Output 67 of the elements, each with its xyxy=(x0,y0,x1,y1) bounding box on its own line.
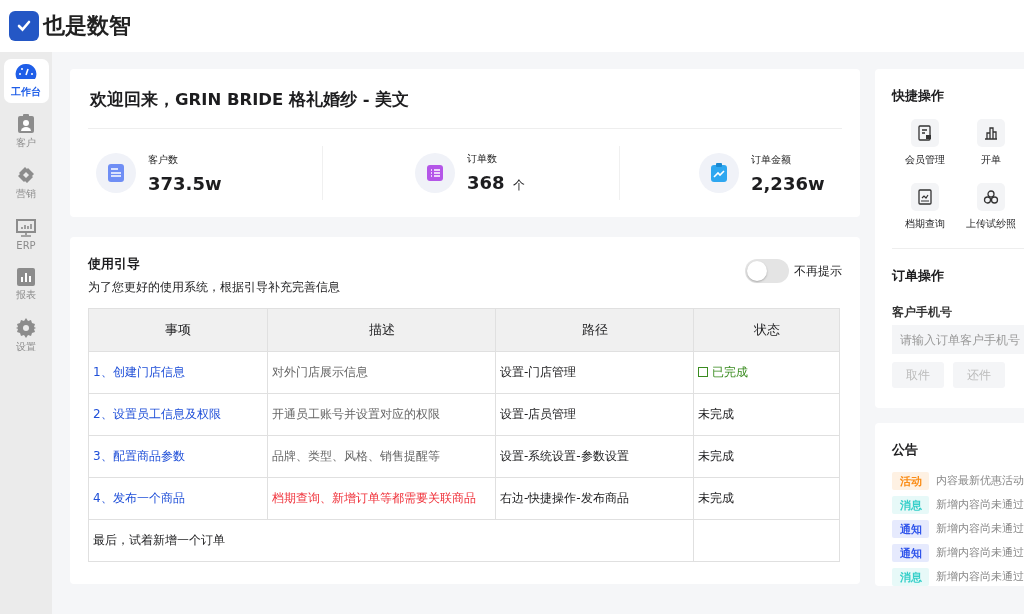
status-cell: 未完成 xyxy=(693,435,840,478)
stat-label: 客户数 xyxy=(148,152,179,167)
guide-item-link[interactable]: 3、配置商品参数 xyxy=(88,435,268,478)
guide-item-link[interactable]: 1、创建门店信息 xyxy=(88,351,268,394)
table-cell: 开通员工账号并设置对应的权限 xyxy=(267,393,496,436)
cycle-icon xyxy=(16,165,36,185)
section-title: 订单操作 xyxy=(892,267,945,285)
table-cell: 品牌、类型、风格、销售提醒等 xyxy=(267,435,496,478)
welcome-title: 欢迎回来，GRIN BRIDE 格礼婚纱 - 美文 xyxy=(88,69,842,129)
sidebar-item[interactable]: 工作台 xyxy=(3,59,49,103)
phone-input-field[interactable]: 请输入订单客户手机号 xyxy=(892,325,1024,354)
sidebar-item[interactable]: 营销 xyxy=(3,161,49,205)
sidebar-item[interactable]: ERP xyxy=(3,212,49,256)
three-circles-icon xyxy=(983,189,999,205)
stat-icon-circle xyxy=(415,153,455,193)
id-card-icon xyxy=(917,125,933,141)
logo-icon xyxy=(9,11,39,41)
table-cell: 设置-店员管理 xyxy=(495,393,694,436)
table-cell: 档期查询、新增订单等都需要关联商品 xyxy=(267,477,496,520)
quick-action[interactable]: 档期查询 xyxy=(892,183,958,231)
column-header: 事项 xyxy=(88,308,268,352)
notice-text[interactable]: 新增内容尚未通过 xyxy=(936,570,1024,584)
quick-action[interactable]: 开单 xyxy=(958,119,1024,167)
table-cell: 右边-快捷操作-发布商品 xyxy=(495,477,694,520)
stat-icon-circle xyxy=(96,153,136,193)
quick-action[interactable]: 上传试纱照 xyxy=(958,183,1024,231)
settings-icon xyxy=(16,318,36,338)
quick-action[interactable]: 会员管理 xyxy=(892,119,958,167)
stat-value: 373.5w xyxy=(148,172,222,194)
stat-value: 368 xyxy=(467,172,505,193)
bar-chart-icon xyxy=(17,268,35,286)
column-header: 状态 xyxy=(693,308,840,352)
status-cell: 未完成 xyxy=(693,393,840,436)
stat-icon-circle xyxy=(699,153,739,193)
column-header: 描述 xyxy=(267,308,496,352)
stat-value: 2,236w xyxy=(751,172,825,194)
calendar-icon xyxy=(917,189,933,205)
stat-label: 订单金额 xyxy=(751,152,792,167)
stat-unit: 个 xyxy=(512,178,525,192)
section-title: 快捷操作 xyxy=(892,87,945,105)
section-title: 公告 xyxy=(892,441,919,459)
sidebar-item[interactable]: 报表 xyxy=(3,263,49,307)
table-cell: 最后，试着新增一个订单 xyxy=(88,519,694,562)
table-cell: 对外门店展示信息 xyxy=(267,351,496,394)
field-label: 客户手机号 xyxy=(892,305,953,320)
table-cell: 设置-门店管理 xyxy=(495,351,694,394)
sidebar-item[interactable]: 设置 xyxy=(3,314,49,358)
column-header: 路径 xyxy=(495,308,694,352)
status-cell: 已完成 xyxy=(693,351,840,394)
monitor-icon xyxy=(16,217,36,238)
notice-text[interactable]: 新增内容尚未通过 xyxy=(936,546,1024,560)
status-cell: 未完成 xyxy=(693,477,840,520)
badge-icon xyxy=(17,114,35,134)
toggle-switch[interactable] xyxy=(745,259,789,283)
toggle-label: 不再提示 xyxy=(794,262,842,280)
table-cell: 设置-系统设置-参数设置 xyxy=(495,435,694,478)
stat-label: 订单数 xyxy=(467,152,498,166)
guide-title: 使用引导 xyxy=(88,255,141,273)
notice-text[interactable]: 内容最新优惠活动 xyxy=(936,474,1024,488)
guide-item-link[interactable]: 4、发布一个商品 xyxy=(88,477,268,520)
guide-subtitle: 为了您更好的使用系统，根据引导补充完善信息 xyxy=(88,280,340,295)
notice-text[interactable]: 新增内容尚未通过 xyxy=(936,498,1024,512)
bar-chart-icon xyxy=(983,125,999,141)
notice-text[interactable]: 新增内容尚未通过 xyxy=(936,522,1024,536)
guide-item-link[interactable]: 2、设置员工信息及权限 xyxy=(88,393,268,436)
brand-name: 也是数智 xyxy=(43,12,131,40)
sidebar-item[interactable]: 客户 xyxy=(3,110,49,154)
